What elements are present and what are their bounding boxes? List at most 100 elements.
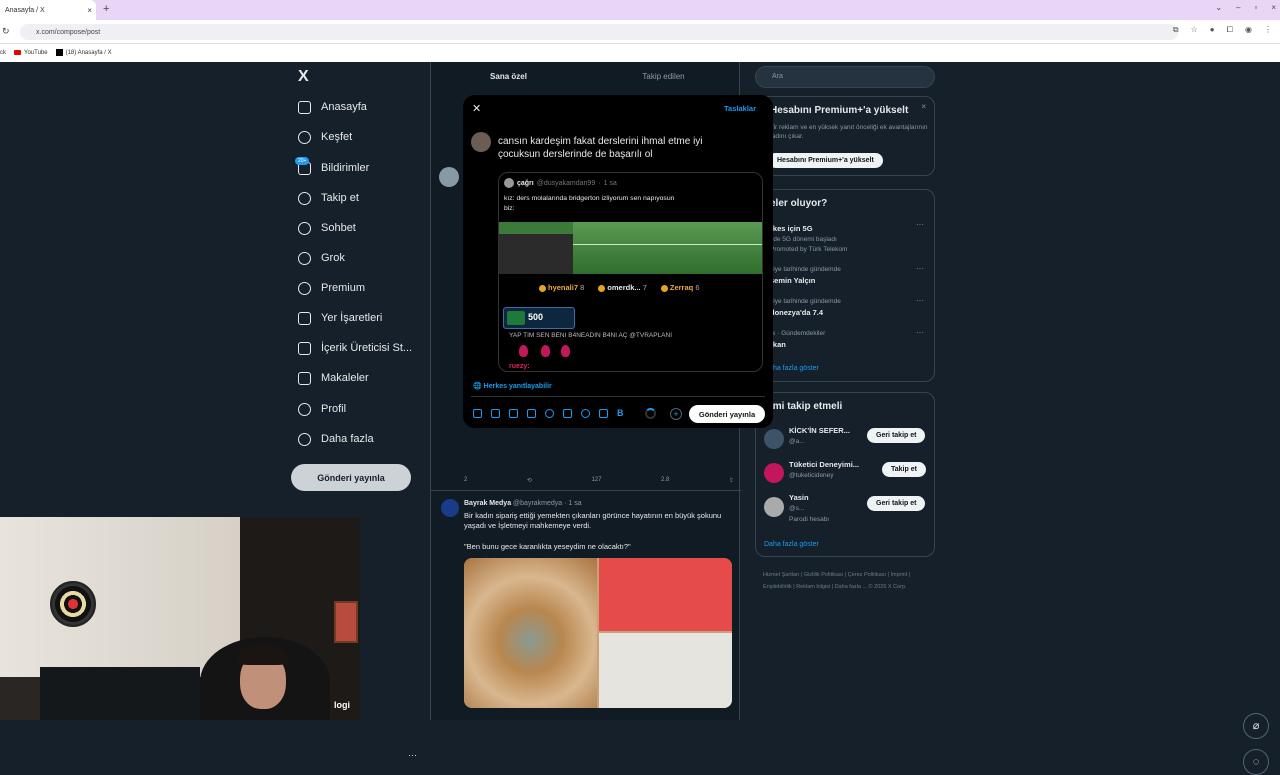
bookmark-youtube[interactable]: YouTube xyxy=(14,49,48,56)
more-icon xyxy=(298,432,311,446)
x-logo-icon[interactable]: X xyxy=(298,68,309,86)
quote-handle: @dusyakamdan99 xyxy=(536,179,596,187)
add-post-icon[interactable]: + xyxy=(670,408,682,420)
menu-icon[interactable]: ⋮ xyxy=(1264,25,1272,35)
sidebar-label: İçerik Üreticisi St... xyxy=(321,342,413,354)
sidebar-label: Daha fazla xyxy=(321,433,374,445)
post-images[interactable] xyxy=(464,558,732,708)
tab-for-you[interactable]: Sana özel xyxy=(431,62,586,90)
sidebar-item-articles[interactable]: Makaleler xyxy=(298,368,369,388)
poll-icon[interactable] xyxy=(527,409,536,418)
more-icon[interactable]: ··· xyxy=(916,264,924,273)
search-input[interactable]: Ara xyxy=(755,66,935,88)
follow-back-button[interactable]: Geri takip et xyxy=(867,428,926,443)
bookmark-x[interactable]: (18) Anasayfa / X xyxy=(55,49,112,57)
sidebar-label: Yer İşaretleri xyxy=(321,312,383,324)
reply-setting[interactable]: 🌐 Herkes yanıtlayabilir xyxy=(473,382,552,390)
sidebar-item-creator-studio[interactable]: İçerik Üreticisi St... xyxy=(298,338,412,358)
views-count[interactable]: 2.8 xyxy=(661,477,669,484)
feed-tabs: Sana özel Takip edilen xyxy=(431,62,741,90)
reply-count[interactable]: 2 xyxy=(464,477,467,484)
room-wall xyxy=(0,517,240,677)
post-button[interactable]: Gönderi yayınla xyxy=(291,464,411,491)
donor-count: 8 xyxy=(580,283,585,292)
follow-back-button[interactable]: Geri takip et xyxy=(867,496,926,511)
chat-icon xyxy=(298,221,311,235)
extension-icon[interactable]: ● xyxy=(1210,25,1215,35)
share-icon[interactable]: ⇪ xyxy=(729,477,734,484)
puzzle-icon[interactable]: ⧠ xyxy=(1227,25,1233,35)
close-tab-icon[interactable]: × xyxy=(87,6,92,15)
install-icon[interactable]: ⧉ xyxy=(1173,25,1179,35)
location-icon[interactable] xyxy=(581,409,590,418)
trend-name[interactable]: semin Yalçın xyxy=(770,276,815,285)
avatar[interactable] xyxy=(764,463,784,483)
collapse-icon[interactable]: ⌄ xyxy=(1215,3,1222,12)
flag-icon[interactable] xyxy=(599,409,608,418)
sidebar-item-profile[interactable]: Profil xyxy=(298,399,346,419)
account-more-icon[interactable]: ··· xyxy=(408,750,417,760)
new-tab-icon[interactable]: + xyxy=(103,3,109,15)
avatar[interactable] xyxy=(439,167,459,187)
grok-icon[interactable] xyxy=(509,409,518,418)
post-handle: @bayrakmedya xyxy=(513,500,563,507)
url-field[interactable]: x.com/compose/post xyxy=(20,24,1178,40)
bookmark-0[interactable]: ck xyxy=(0,50,6,56)
follow-name[interactable]: Tüketici Deneyimi... xyxy=(789,460,859,469)
trend-name[interactable]: donezya'da 7.4 xyxy=(770,308,823,317)
food-image[interactable] xyxy=(464,558,597,708)
like-count[interactable]: 127 xyxy=(591,477,601,484)
picture-frame xyxy=(334,601,358,643)
sidebar-item-bookmarks[interactable]: Yer İşaretleri xyxy=(298,308,382,328)
emoji-icon[interactable] xyxy=(545,409,554,418)
quote-header: çağrı @dusyakamdan99 · 1 sa xyxy=(504,178,617,188)
close-icon[interactable]: ✕ xyxy=(472,102,481,115)
avatar[interactable] xyxy=(764,497,784,517)
premium-icon xyxy=(298,281,311,295)
browser-tab[interactable]: Anasayfa / X × xyxy=(0,0,96,20)
gif-icon[interactable] xyxy=(491,409,500,418)
receipt-image[interactable] xyxy=(599,633,732,708)
schedule-icon[interactable] xyxy=(563,409,572,418)
footer-links[interactable]: Hizmet Şartları | Gizlilik Politikası | … xyxy=(763,569,933,593)
compose-textarea[interactable]: cansın kardeşim fakat derslerini ihmal e… xyxy=(498,135,738,161)
close-window-icon[interactable]: × xyxy=(1271,3,1276,12)
sidebar-item-home[interactable]: Anasayfa xyxy=(298,97,367,117)
avatar[interactable] xyxy=(764,429,784,449)
drafts-button[interactable]: Taslaklar xyxy=(724,104,756,113)
profile-icon[interactable]: ◉ xyxy=(1245,25,1252,35)
grok-fab-icon[interactable]: ⌀ xyxy=(1243,713,1269,739)
divider xyxy=(471,396,765,397)
star-icon[interactable]: ☆ xyxy=(1191,25,1198,35)
sidebar-item-grok[interactable]: Grok xyxy=(298,248,345,268)
follow-name[interactable]: Yasin xyxy=(789,493,809,502)
repost-icon[interactable]: ⟲ xyxy=(527,477,532,484)
trend-meta: rk · Gündemdekiler xyxy=(770,330,826,337)
premium-upgrade-button[interactable]: Hesabını Premium+'a yükselt xyxy=(768,153,883,168)
follow-name[interactable]: KİCK'İN SEFER... xyxy=(789,426,850,435)
close-icon[interactable]: × xyxy=(921,102,926,111)
sidebar-item-premium[interactable]: Premium xyxy=(298,278,365,298)
bayrak-avatar[interactable] xyxy=(441,499,459,517)
minimize-icon[interactable]: – xyxy=(1236,3,1240,12)
post-submit-button[interactable]: Gönderi yayınla xyxy=(689,405,765,423)
bold-icon[interactable]: B xyxy=(617,409,626,418)
sidebar-item-more[interactable]: Daha fazla xyxy=(298,429,374,449)
reload-icon[interactable]: ↻ xyxy=(2,26,10,37)
more-icon[interactable]: ··· xyxy=(916,220,924,229)
maximize-icon[interactable]: ▫ xyxy=(1254,3,1257,12)
trend-name[interactable]: rkes için 5G xyxy=(770,224,813,233)
follow-show-more[interactable]: Daha fazla göster xyxy=(764,541,819,548)
messages-fab-icon[interactable]: ◌ xyxy=(1243,749,1269,775)
sidebar-item-chat[interactable]: Sohbet xyxy=(298,218,356,238)
more-icon[interactable]: ··· xyxy=(916,328,924,337)
sidebar-item-explore[interactable]: Keşfet xyxy=(298,127,352,147)
more-icon[interactable]: ··· xyxy=(916,296,924,305)
quote-line: kız: ders molalarında bridgerton izliyor… xyxy=(504,195,675,202)
tab-following[interactable]: Takip edilen xyxy=(586,62,741,90)
follow-button[interactable]: Takip et xyxy=(882,462,926,477)
food-bag-image[interactable] xyxy=(599,558,732,631)
post-author[interactable]: Bayrak Medya xyxy=(464,500,511,507)
media-icon[interactable] xyxy=(473,409,482,418)
sidebar-item-follow[interactable]: Takip et xyxy=(298,188,359,208)
